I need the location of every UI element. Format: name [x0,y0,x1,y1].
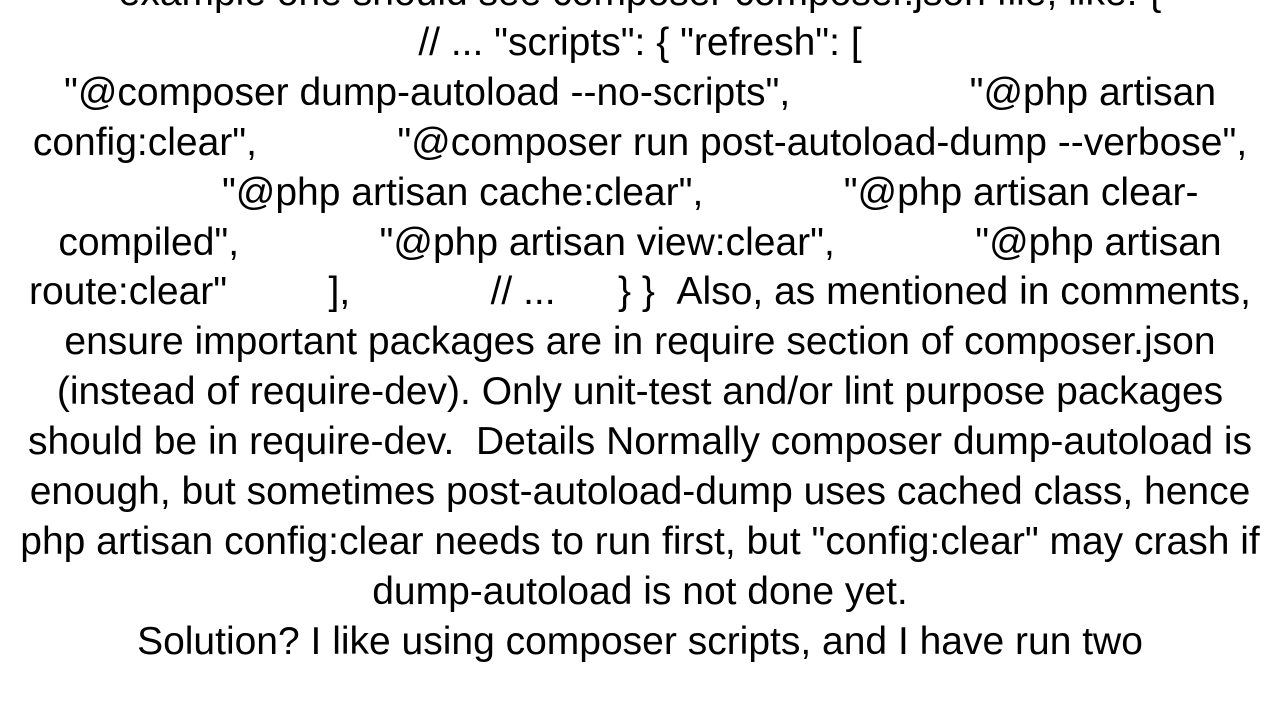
code-close-comment: // ... [491,270,556,313]
code-cmd-4: "@php artisan cache:clear", [222,171,703,214]
text-scripts-open: // ... "scripts": { "refresh": [ [418,21,861,64]
text-line-top-partial: example one should see composer composer… [119,0,1162,14]
page: example one should see composer composer… [0,0,1280,720]
code-close-braces: } } [618,270,655,313]
code-close-array: ], [329,270,351,313]
code-cmd-1: "@composer dump-autoload --no-scripts", [64,71,790,114]
text-also-prefix: Also, as [677,270,816,313]
document-body: example one should see composer composer… [12,0,1268,667]
code-cmd-6: "@php artisan view:clear", [380,221,835,264]
text-bottom-partial: Solution? I like using composer scripts,… [137,620,1143,663]
code-cmd-3: "@composer run post-autoload-dump --verb… [397,121,1247,164]
text-details-heading: Details [476,420,595,463]
